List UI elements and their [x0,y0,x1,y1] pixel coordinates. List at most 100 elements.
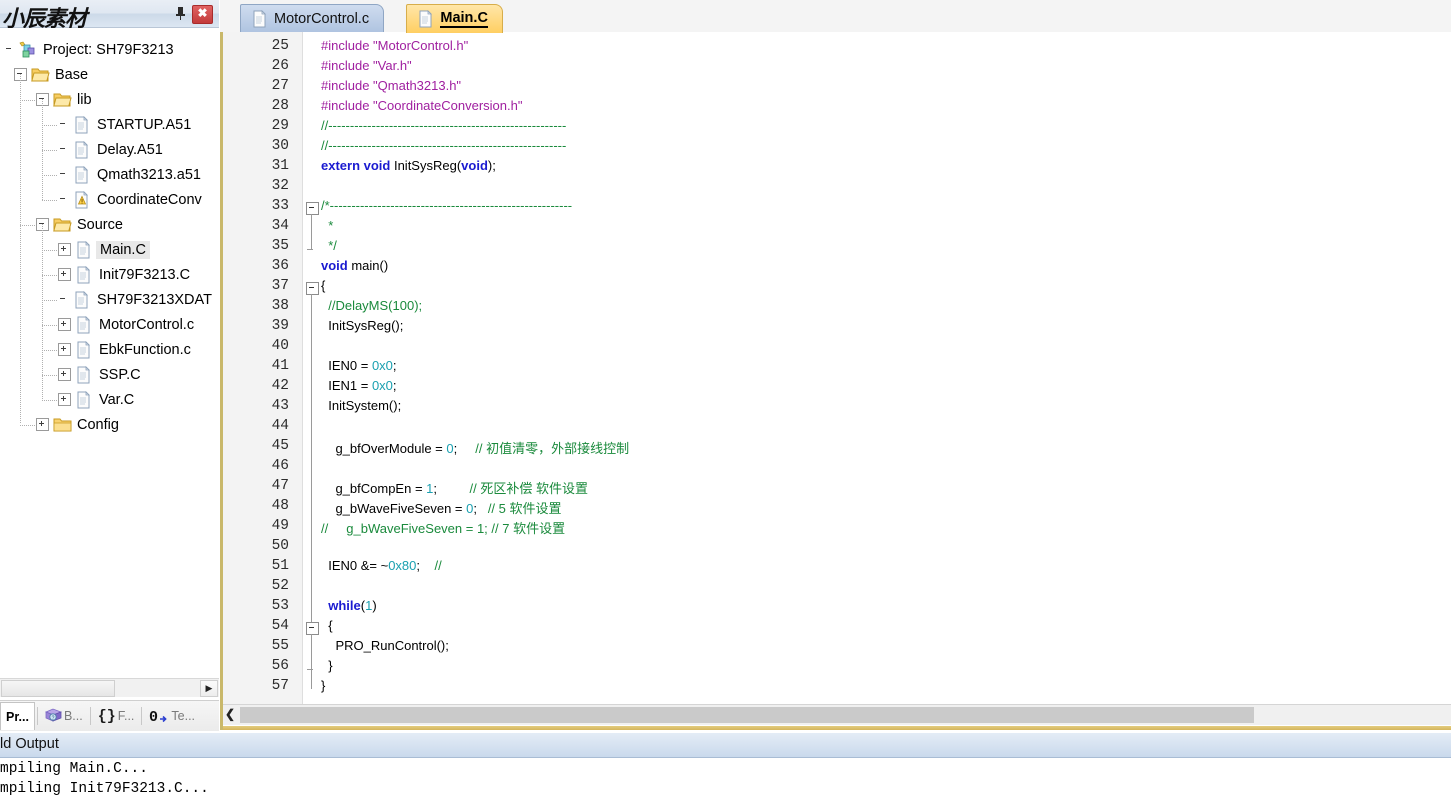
svg-text:?: ? [52,715,55,721]
code-line: } [321,678,325,693]
tree-item[interactable]: Config [36,412,119,437]
tree-guide-line [20,425,36,426]
code-line: { [321,278,325,293]
tree-item[interactable]: Qmath3213.a51 [58,162,201,187]
tree-item[interactable]: lib [36,87,92,112]
expand-icon[interactable] [58,368,71,381]
line-number: 30 [271,138,289,154]
tree-item-label: SH79F3213XDAT [97,291,212,308]
close-icon[interactable]: ✖ [192,5,213,24]
editor-bottom-border [220,726,1451,730]
editor-hscrollbar[interactable]: ❮ [220,704,1451,725]
tree-guide-line [42,325,58,326]
editor-tab-main-c[interactable]: Main.C [406,4,503,33]
panel-tab-label: Te... [171,709,196,723]
tab-separator [89,707,91,725]
line-number: 44 [271,418,289,434]
tree-guide-line [42,375,58,376]
tree-item[interactable]: Source [36,212,123,237]
tree-item[interactable]: Project: SH79F3213 [4,37,174,62]
build-output-body[interactable]: mpiling Main.C... mpiling Init79F3213.C..… [0,759,1451,801]
panel-tab-f[interactable]: {} F... [93,703,140,729]
code-token: ; [416,558,435,573]
tab-separator [36,707,38,725]
tree-item[interactable]: Base [14,62,88,87]
panel-tab-label: Pr... [6,709,29,724]
tree-guide-line [20,74,21,424]
panel-tab-pr[interactable]: Pr... [0,702,35,730]
tree-item[interactable]: Var.C [58,387,134,412]
code-token: } [321,678,326,693]
tree-item-label: Project: SH79F3213 [43,41,174,58]
code-editor[interactable]: 25 #include "MotorControl.h" 26 #include "V… [220,32,1451,704]
line-number: 38 [271,298,289,314]
file-icon [75,340,93,359]
line-number: 41 [271,358,289,374]
fold-collapse-icon[interactable] [306,622,319,635]
code-token: while [321,598,361,613]
tree-item[interactable]: SSP.C [58,362,141,387]
line-number: 53 [271,598,289,614]
line-number: 34 [271,218,289,234]
fold-collapse-icon[interactable] [306,202,319,215]
expand-icon[interactable] [58,393,71,406]
expand-icon[interactable] [58,268,71,281]
code-token: #include [321,38,374,53]
panel-tab-b[interactable]: ? B... [40,703,88,729]
tree-guide-line [42,250,58,251]
code-token: // [434,558,442,573]
line-number: 28 [271,98,289,114]
expand-icon[interactable] [36,418,49,431]
tree-guide-line [42,175,58,176]
panel-tab-te[interactable]: 0 Te... [144,703,200,729]
expand-icon[interactable] [58,343,71,356]
code-line: //--------------------------------------… [321,138,566,153]
tree-spacer [58,194,69,205]
tree-spacer [58,119,69,130]
tree-item[interactable]: SH79F3213XDAT [58,287,212,312]
code-token: ; [473,501,488,516]
tree-item-label: MotorControl.c [99,316,195,333]
code-token: // 死区补偿 软件设置 [469,481,588,496]
tree-item[interactable]: Init79F3213.C [58,262,190,287]
code-line: void main() [321,258,388,273]
code-token: g_bfCompEn = [321,481,427,496]
code-token: //--------------------------------------… [321,138,567,153]
tree-item[interactable]: MotorControl.c [58,312,194,337]
code-token: g_bWaveFiveSeven = [321,501,467,516]
project-panel-tabs[interactable]: Pr... ? B... {} F... 0 Te... [0,700,219,731]
fold-end-tick [307,249,313,250]
file-icon [75,265,93,284]
scroll-right-arrow-icon[interactable]: ▶ [200,680,218,697]
project-tree-scroll-thumb[interactable] [1,680,115,697]
editor-tabstrip[interactable]: MotorControl.c Main.C [220,0,1451,33]
project-tree[interactable]: Project: SH79F3213 Base lib STARTUP.A51 Dela… [0,28,219,673]
fold-collapse-icon[interactable] [306,282,319,295]
tree-item[interactable]: STARTUP.A51 [58,112,191,137]
editor-scroll-thumb[interactable] [240,707,1254,723]
fold-guide-line [311,634,312,669]
code-folding-column[interactable] [303,32,321,704]
expand-icon[interactable] [58,243,71,256]
code-line: while(1) [321,598,376,613]
file-icon [75,365,93,384]
file-icon [73,290,91,309]
file-icon [417,10,434,28]
build-output-line: mpiling Main.C... [0,761,148,777]
tree-item[interactable]: EbkFunction.c [58,337,191,362]
scroll-left-arrow-icon[interactable]: ❮ [222,706,238,723]
tree-item-label: Base [55,66,89,83]
line-number: 47 [271,478,289,494]
pin-icon[interactable] [172,5,189,22]
project-tree-hscrollbar[interactable]: ▶ [0,678,219,697]
tree-item[interactable]: CoordinateConv [58,187,202,212]
line-number: 50 [271,538,289,554]
project-icon [19,41,37,59]
tree-item[interactable]: Main.C [58,237,150,262]
tree-guide-line [42,400,58,401]
tree-item[interactable]: Delay.A51 [58,137,163,162]
expand-icon[interactable] [58,318,71,331]
folder-open-icon [31,66,50,84]
editor-tab-motorcontrol-c[interactable]: MotorControl.c [240,4,385,33]
line-number: 32 [271,178,289,194]
